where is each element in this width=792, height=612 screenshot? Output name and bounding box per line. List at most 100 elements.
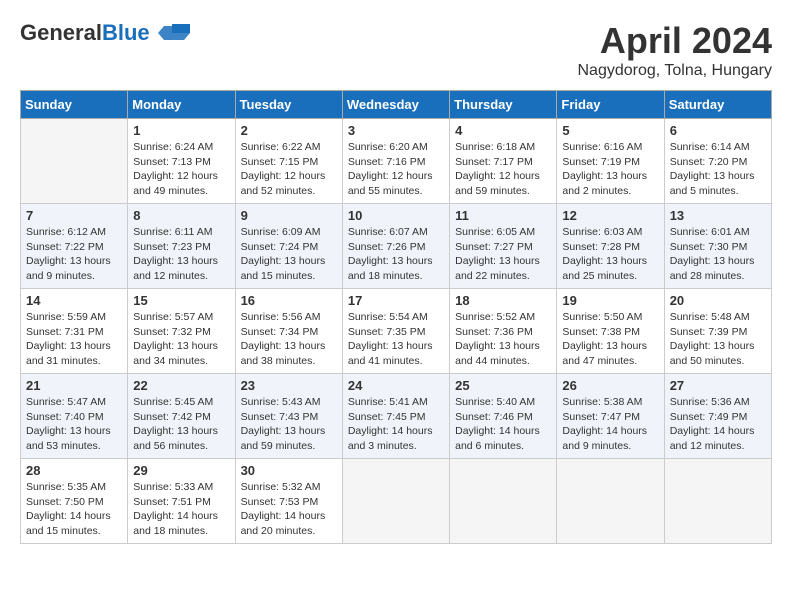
day-number: 28 bbox=[26, 463, 122, 478]
calendar: SundayMondayTuesdayWednesdayThursdayFrid… bbox=[20, 90, 772, 544]
day-info: Sunrise: 6:24 AMSunset: 7:13 PMDaylight:… bbox=[133, 140, 229, 199]
header: GeneralBlue April 2024 Nagydorog, Tolna,… bbox=[20, 20, 772, 80]
day-info: Sunrise: 5:43 AMSunset: 7:43 PMDaylight:… bbox=[241, 395, 337, 454]
calendar-day-cell: 27 Sunrise: 5:36 AMSunset: 7:49 PMDayligh… bbox=[664, 374, 771, 459]
calendar-day-cell: 5 Sunrise: 6:16 AMSunset: 7:19 PMDaylight… bbox=[557, 119, 664, 204]
day-number: 22 bbox=[133, 378, 229, 393]
day-number: 25 bbox=[455, 378, 551, 393]
calendar-day-cell: 15 Sunrise: 5:57 AMSunset: 7:32 PMDayligh… bbox=[128, 289, 235, 374]
calendar-day-cell: 21Sunrise: 5:47 AMSunset: 7:40 PMDayligh… bbox=[21, 374, 128, 459]
calendar-day-cell: 13 Sunrise: 6:01 AMSunset: 7:30 PMDayligh… bbox=[664, 204, 771, 289]
calendar-day-cell: 20Sunrise: 5:48 AMSunset: 7:39 PMDayligh… bbox=[664, 289, 771, 374]
day-number: 16 bbox=[241, 293, 337, 308]
day-number: 30 bbox=[241, 463, 337, 478]
day-info: Sunrise: 6:07 AMSunset: 7:26 PMDaylight:… bbox=[348, 225, 444, 284]
day-number: 10 bbox=[348, 208, 444, 223]
day-info: Sunrise: 5:32 AMSunset: 7:53 PMDaylight:… bbox=[241, 480, 337, 539]
day-number: 7 bbox=[26, 208, 122, 223]
day-number: 13 bbox=[670, 208, 766, 223]
logo-text: GeneralBlue bbox=[20, 20, 150, 45]
calendar-day-cell bbox=[342, 459, 449, 544]
day-number: 2 bbox=[241, 123, 337, 138]
calendar-week-row: 28 Sunrise: 5:35 AMSunset: 7:50 PMDayligh… bbox=[21, 459, 772, 544]
weekday-header-tuesday: Tuesday bbox=[235, 91, 342, 119]
calendar-day-cell bbox=[664, 459, 771, 544]
day-number: 4 bbox=[455, 123, 551, 138]
calendar-day-cell: 4 Sunrise: 6:18 AMSunset: 7:17 PMDaylight… bbox=[450, 119, 557, 204]
calendar-day-cell: 17Sunrise: 5:54 AMSunset: 7:35 PMDayligh… bbox=[342, 289, 449, 374]
calendar-day-cell bbox=[21, 119, 128, 204]
calendar-day-cell: 23 Sunrise: 5:43 AMSunset: 7:43 PMDayligh… bbox=[235, 374, 342, 459]
weekday-header-saturday: Saturday bbox=[664, 91, 771, 119]
day-info: Sunrise: 5:40 AMSunset: 7:46 PMDaylight:… bbox=[455, 395, 551, 454]
day-number: 15 bbox=[133, 293, 229, 308]
day-number: 8 bbox=[133, 208, 229, 223]
day-info: Sunrise: 6:16 AMSunset: 7:19 PMDaylight:… bbox=[562, 140, 658, 199]
day-number: 14 bbox=[26, 293, 122, 308]
day-number: 9 bbox=[241, 208, 337, 223]
day-number: 19 bbox=[562, 293, 658, 308]
day-info: Sunrise: 6:09 AMSunset: 7:24 PMDaylight:… bbox=[241, 225, 337, 284]
day-info: Sunrise: 5:38 AMSunset: 7:47 PMDaylight:… bbox=[562, 395, 658, 454]
calendar-day-cell: 12 Sunrise: 6:03 AMSunset: 7:28 PMDayligh… bbox=[557, 204, 664, 289]
logo: GeneralBlue bbox=[20, 20, 190, 45]
day-info: Sunrise: 5:50 AMSunset: 7:38 PMDaylight:… bbox=[562, 310, 658, 369]
day-info: Sunrise: 6:05 AMSunset: 7:27 PMDaylight:… bbox=[455, 225, 551, 284]
month-title: April 2024 bbox=[578, 20, 773, 62]
calendar-day-cell: 9 Sunrise: 6:09 AMSunset: 7:24 PMDaylight… bbox=[235, 204, 342, 289]
calendar-day-cell: 26 Sunrise: 5:38 AMSunset: 7:47 PMDayligh… bbox=[557, 374, 664, 459]
day-number: 11 bbox=[455, 208, 551, 223]
day-info: Sunrise: 5:35 AMSunset: 7:50 PMDaylight:… bbox=[26, 480, 122, 539]
weekday-header-monday: Monday bbox=[128, 91, 235, 119]
logo-icon bbox=[154, 22, 190, 44]
calendar-day-cell: 11 Sunrise: 6:05 AMSunset: 7:27 PMDayligh… bbox=[450, 204, 557, 289]
day-info: Sunrise: 5:33 AMSunset: 7:51 PMDaylight:… bbox=[133, 480, 229, 539]
weekday-header-wednesday: Wednesday bbox=[342, 91, 449, 119]
day-info: Sunrise: 6:03 AMSunset: 7:28 PMDaylight:… bbox=[562, 225, 658, 284]
calendar-day-cell: 30 Sunrise: 5:32 AMSunset: 7:53 PMDayligh… bbox=[235, 459, 342, 544]
calendar-day-cell: 8Sunrise: 6:11 AMSunset: 7:23 PMDaylight… bbox=[128, 204, 235, 289]
calendar-week-row: 7 Sunrise: 6:12 AMSunset: 7:22 PMDaylight… bbox=[21, 204, 772, 289]
location-subtitle: Nagydorog, Tolna, Hungary bbox=[578, 62, 773, 80]
day-info: Sunrise: 5:57 AMSunset: 7:32 PMDaylight:… bbox=[133, 310, 229, 369]
calendar-week-row: 1 Sunrise: 6:24 AMSunset: 7:13 PMDaylight… bbox=[21, 119, 772, 204]
calendar-day-cell: 19 Sunrise: 5:50 AMSunset: 7:38 PMDayligh… bbox=[557, 289, 664, 374]
day-number: 21 bbox=[26, 378, 122, 393]
day-info: Sunrise: 5:41 AMSunset: 7:45 PMDaylight:… bbox=[348, 395, 444, 454]
weekday-header-friday: Friday bbox=[557, 91, 664, 119]
weekday-header-thursday: Thursday bbox=[450, 91, 557, 119]
day-number: 24 bbox=[348, 378, 444, 393]
day-number: 26 bbox=[562, 378, 658, 393]
weekday-header-sunday: Sunday bbox=[21, 91, 128, 119]
day-number: 27 bbox=[670, 378, 766, 393]
calendar-day-cell: 29Sunrise: 5:33 AMSunset: 7:51 PMDayligh… bbox=[128, 459, 235, 544]
day-number: 1 bbox=[133, 123, 229, 138]
day-info: Sunrise: 5:36 AMSunset: 7:49 PMDaylight:… bbox=[670, 395, 766, 454]
calendar-day-cell: 10 Sunrise: 6:07 AMSunset: 7:26 PMDayligh… bbox=[342, 204, 449, 289]
day-info: Sunrise: 6:12 AMSunset: 7:22 PMDaylight:… bbox=[26, 225, 122, 284]
calendar-day-cell: 2 Sunrise: 6:22 AMSunset: 7:15 PMDaylight… bbox=[235, 119, 342, 204]
day-number: 6 bbox=[670, 123, 766, 138]
calendar-day-cell bbox=[557, 459, 664, 544]
day-info: Sunrise: 6:01 AMSunset: 7:30 PMDaylight:… bbox=[670, 225, 766, 284]
calendar-week-row: 21Sunrise: 5:47 AMSunset: 7:40 PMDayligh… bbox=[21, 374, 772, 459]
day-number: 18 bbox=[455, 293, 551, 308]
day-info: Sunrise: 5:56 AMSunset: 7:34 PMDaylight:… bbox=[241, 310, 337, 369]
day-info: Sunrise: 6:18 AMSunset: 7:17 PMDaylight:… bbox=[455, 140, 551, 199]
calendar-day-cell bbox=[450, 459, 557, 544]
day-info: Sunrise: 6:14 AMSunset: 7:20 PMDaylight:… bbox=[670, 140, 766, 199]
calendar-day-cell: 18Sunrise: 5:52 AMSunset: 7:36 PMDayligh… bbox=[450, 289, 557, 374]
day-info: Sunrise: 6:20 AMSunset: 7:16 PMDaylight:… bbox=[348, 140, 444, 199]
day-number: 5 bbox=[562, 123, 658, 138]
calendar-day-cell: 16 Sunrise: 5:56 AMSunset: 7:34 PMDayligh… bbox=[235, 289, 342, 374]
calendar-day-cell: 3Sunrise: 6:20 AMSunset: 7:16 PMDaylight… bbox=[342, 119, 449, 204]
day-number: 12 bbox=[562, 208, 658, 223]
calendar-day-cell: 25 Sunrise: 5:40 AMSunset: 7:46 PMDayligh… bbox=[450, 374, 557, 459]
calendar-day-cell: 1 Sunrise: 6:24 AMSunset: 7:13 PMDaylight… bbox=[128, 119, 235, 204]
day-number: 23 bbox=[241, 378, 337, 393]
weekday-header-row: SundayMondayTuesdayWednesdayThursdayFrid… bbox=[21, 91, 772, 119]
day-info: Sunrise: 6:22 AMSunset: 7:15 PMDaylight:… bbox=[241, 140, 337, 199]
calendar-day-cell: 14Sunrise: 5:59 AMSunset: 7:31 PMDayligh… bbox=[21, 289, 128, 374]
day-number: 20 bbox=[670, 293, 766, 308]
title-area: April 2024 Nagydorog, Tolna, Hungary bbox=[578, 20, 773, 80]
